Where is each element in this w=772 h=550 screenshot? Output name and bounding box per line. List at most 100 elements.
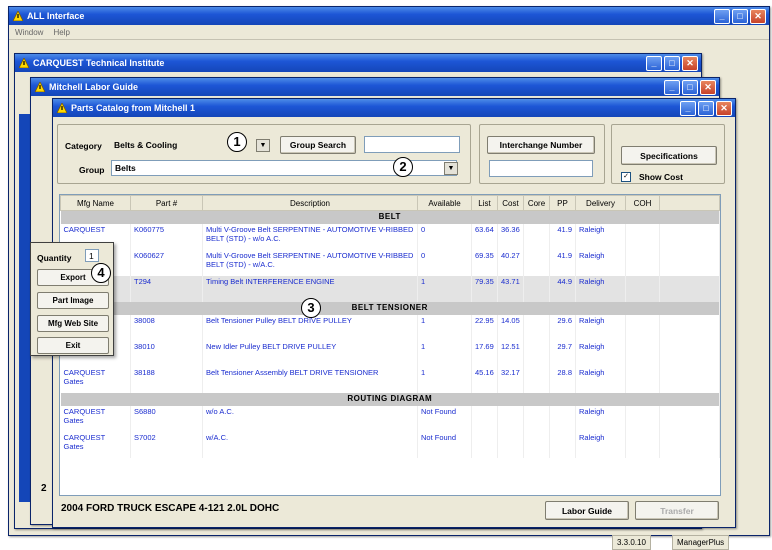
transfer-button[interactable]: Transfer (635, 501, 719, 520)
mfg-web-site-button[interactable]: Mfg Web Site (37, 315, 109, 332)
cti-titlebar: CARQUEST Technical Institute _ □ ✕ (15, 54, 701, 72)
coh-cell (625, 224, 660, 250)
mfg-cell: CARQUEST Gates (60, 367, 131, 393)
part-cell: K060627 (130, 250, 203, 276)
pp-cell: 29.6 (549, 315, 576, 341)
group-dropdown-icon[interactable]: ▼ (444, 162, 458, 175)
col-header[interactable]: Core (523, 195, 550, 211)
pp-cell: 41.9 (549, 224, 576, 250)
core-cell (523, 432, 550, 458)
labor-guide-button[interactable]: Labor Guide (545, 501, 629, 520)
callout-1: 1 (227, 132, 247, 152)
available-cell: 1 (417, 367, 472, 393)
col-header[interactable]: Description (202, 195, 418, 211)
mfg-cell: CARQUEST Gates (60, 432, 131, 458)
specifications-button[interactable]: Specifications (621, 146, 717, 165)
close-button[interactable]: ✕ (700, 80, 716, 95)
list-cell: 69.35 (471, 250, 498, 276)
col-header[interactable]: Delivery (575, 195, 626, 211)
delivery-cell: Raleigh (575, 432, 626, 458)
pp-cell: 41.9 (549, 250, 576, 276)
core-cell (523, 250, 550, 276)
part-image-button[interactable]: Part Image (37, 292, 109, 309)
col-header[interactable]: Available (417, 195, 472, 211)
table-row-selected[interactable]: T294 Timing Belt INTERFERENCE ENGINE 1 7… (60, 276, 720, 302)
minimize-button[interactable]: _ (646, 56, 662, 71)
col-header[interactable]: List (471, 195, 498, 211)
table-row[interactable]: CARQUEST Gates S6880 w/o A.C. Not Found … (60, 406, 720, 432)
interchange-input[interactable] (489, 160, 593, 177)
delivery-cell: Raleigh (575, 276, 626, 302)
cost-cell: 40.27 (497, 250, 524, 276)
parts-table: Mfg Name Part # Description Available Li… (60, 195, 720, 458)
desc-cell: Multi V-Groove Belt SERPENTINE - AUTOMOT… (202, 224, 418, 250)
col-header[interactable]: COH (625, 195, 660, 211)
coh-cell (625, 341, 660, 367)
table-row[interactable]: 38010 New Idler Pulley BELT DRIVE PULLEY… (60, 341, 720, 367)
minimize-button[interactable]: _ (714, 9, 730, 24)
cost-cell: 14.05 (497, 315, 524, 341)
callout-2: 2 (393, 157, 413, 177)
delivery-cell: Raleigh (575, 367, 626, 393)
cost-cell: 43.71 (497, 276, 524, 302)
group-search-button[interactable]: Group Search (280, 136, 356, 154)
available-cell: Not Found (417, 432, 472, 458)
exit-button[interactable]: Exit (37, 337, 109, 354)
part-cell: S6880 (130, 406, 203, 432)
part-cell: S7002 (130, 432, 203, 458)
callout-4: 4 (91, 263, 111, 283)
core-cell (523, 224, 550, 250)
menu-window[interactable]: Window (15, 28, 43, 37)
core-cell (523, 315, 550, 341)
menu-help[interactable]: Help (53, 28, 69, 37)
warning-icon (34, 81, 46, 93)
col-header[interactable]: Part # (130, 195, 203, 211)
part-cell: K060775 (130, 224, 203, 250)
available-cell: 1 (417, 315, 472, 341)
table-row[interactable]: CARQUEST Gates S7002 w/A.C. Not Found Ra… (60, 432, 720, 458)
delivery-cell: Raleigh (575, 250, 626, 276)
desc-cell: w/A.C. (202, 432, 418, 458)
minimize-button[interactable]: _ (680, 101, 696, 116)
col-header[interactable]: Mfg Name (60, 195, 131, 211)
available-cell: 1 (417, 276, 472, 302)
col-header[interactable]: PP (549, 195, 576, 211)
maximize-button[interactable]: □ (664, 56, 680, 71)
close-button[interactable]: ✕ (682, 56, 698, 71)
table-row[interactable]: CARQUEST Gates 38188 Belt Tensioner Asse… (60, 367, 720, 393)
table-row[interactable]: CARQUEST K060775 Multi V-Groove Belt SER… (60, 224, 720, 250)
table-row[interactable]: 38008 Belt Tensioner Pulley BELT DRIVE P… (60, 315, 720, 341)
close-button[interactable]: ✕ (716, 101, 732, 116)
callout-3: 3 (301, 298, 321, 318)
desc-cell: w/o A.C. (202, 406, 418, 432)
maximize-button[interactable]: □ (732, 9, 748, 24)
delivery-cell: Raleigh (575, 315, 626, 341)
list-cell: 63.64 (471, 224, 498, 250)
section-label: BELT TENSIONER (60, 302, 720, 315)
minimize-button[interactable]: _ (664, 80, 680, 95)
interchange-number-button[interactable]: Interchange Number (487, 136, 595, 154)
maximize-button[interactable]: □ (698, 101, 714, 116)
available-cell: Not Found (417, 406, 472, 432)
mfg-cell: CARQUEST Gates (60, 406, 131, 432)
show-cost-checkbox[interactable]: ✓ (621, 172, 631, 182)
table-header: Mfg Name Part # Description Available Li… (60, 195, 720, 211)
warning-icon (12, 10, 24, 22)
coh-cell (625, 315, 660, 341)
core-cell (523, 276, 550, 302)
parts-title: Parts Catalog from Mitchell 1 (71, 103, 196, 113)
group-search-input[interactable] (364, 136, 460, 153)
close-button[interactable]: ✕ (750, 9, 766, 24)
list-cell: 17.69 (471, 341, 498, 367)
pp-cell (549, 432, 576, 458)
quantity-label: Quantity (37, 253, 72, 263)
pp-cell: 29.7 (549, 341, 576, 367)
parts-grid: Mfg Name Part # Description Available Li… (59, 194, 721, 496)
table-row[interactable]: K060627 Multi V-Groove Belt SERPENTINE -… (60, 250, 720, 276)
col-header[interactable]: Cost (497, 195, 524, 211)
quantity-input[interactable]: 1 (85, 249, 99, 262)
maximize-button[interactable]: □ (682, 80, 698, 95)
category-dropdown-icon[interactable]: ▼ (256, 139, 270, 152)
side-digit: 2 (41, 483, 47, 494)
coh-cell (625, 250, 660, 276)
